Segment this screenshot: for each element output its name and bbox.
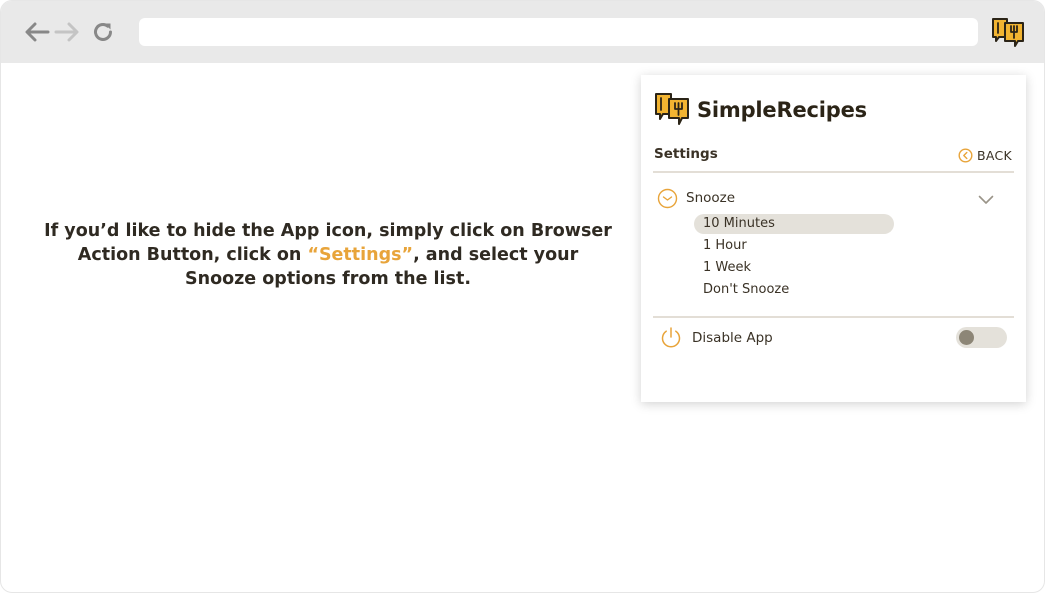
clock-icon [657, 188, 678, 208]
back-button[interactable]: BACK [958, 148, 1012, 163]
chevron-left-circle-icon [958, 148, 973, 163]
snooze-chevron[interactable] [978, 190, 994, 209]
brand-name: SimpleRecipes [697, 98, 867, 122]
instruction-settings-highlight: “Settings” [307, 245, 414, 265]
browser-toolbar [1, 1, 1044, 63]
forward-arrow-button[interactable] [53, 18, 81, 46]
back-arrow-button[interactable] [23, 18, 51, 46]
snooze-option-10-minutes[interactable]: 10 Minutes [694, 214, 894, 234]
extension-popup: SimpleRecipes Settings BACK Snooze 10 Mi… [641, 75, 1026, 402]
simplerecipes-logo-icon [992, 18, 1024, 47]
snooze-label: Snooze [686, 190, 736, 206]
popup-brand: SimpleRecipes [654, 91, 867, 129]
settings-title: Settings [654, 146, 718, 162]
disable-app-label: Disable App [692, 330, 773, 346]
divider [653, 171, 1014, 173]
chevron-down-icon [978, 195, 994, 204]
disable-app-row: Disable App [659, 326, 773, 350]
reload-button[interactable] [89, 18, 117, 46]
browser-window: If you’d like to hide the App icon, simp… [0, 0, 1045, 593]
browser-action-button[interactable] [990, 15, 1026, 51]
simplerecipes-logo-icon [655, 93, 689, 125]
arrow-left-icon [25, 22, 50, 42]
toggle-knob [959, 330, 974, 345]
reload-icon [94, 22, 112, 41]
divider [653, 316, 1014, 318]
instruction-text: If you’d like to hide the App icon, simp… [41, 219, 615, 291]
snooze-option-1-hour[interactable]: 1 Hour [694, 236, 894, 256]
arrow-right-icon [54, 22, 79, 42]
snooze-option-1-week[interactable]: 1 Week [694, 258, 894, 278]
snooze-dropdown[interactable]: Snooze [657, 186, 1002, 210]
snooze-option-dont-snooze[interactable]: Don't Snooze [694, 280, 894, 300]
address-bar[interactable] [139, 18, 978, 46]
back-label: BACK [977, 148, 1013, 163]
power-icon [661, 327, 681, 348]
disable-app-toggle[interactable] [956, 327, 1007, 348]
